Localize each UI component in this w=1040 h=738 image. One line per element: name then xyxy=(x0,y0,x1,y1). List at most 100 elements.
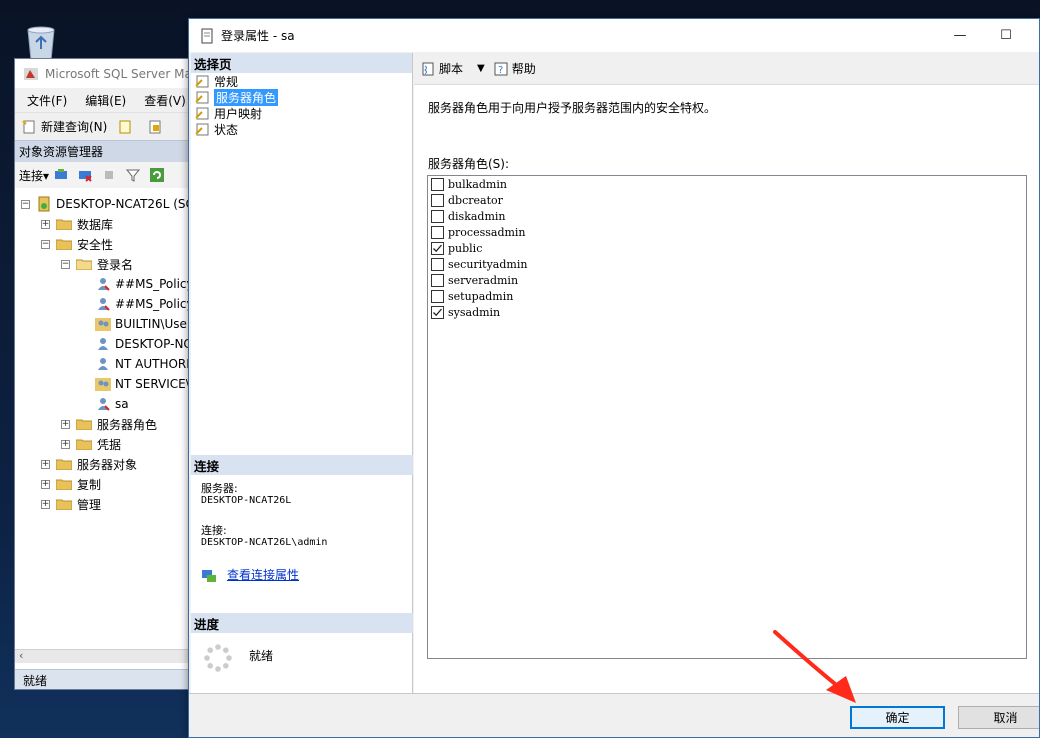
menu-edit[interactable]: 编辑(E) xyxy=(85,92,126,109)
document-icon xyxy=(201,28,213,43)
page-wrench-icon xyxy=(195,91,209,104)
role-name: processadmin xyxy=(448,225,526,239)
expand-icon[interactable]: + xyxy=(61,419,70,429)
ssms-title-bar[interactable]: Microsoft SQL Server Ma xyxy=(15,59,193,88)
collapse-icon[interactable]: − xyxy=(21,199,30,209)
refresh-icon[interactable] xyxy=(149,167,165,183)
expand-icon[interactable]: + xyxy=(41,479,50,489)
expand-icon[interactable]: + xyxy=(41,459,50,469)
checkbox-checked[interactable] xyxy=(431,241,444,255)
folder-icon xyxy=(56,219,72,230)
expand-icon[interactable]: + xyxy=(41,219,50,229)
folder-icon xyxy=(56,239,72,250)
login-item-sa[interactable]: sa xyxy=(95,394,129,414)
page-server-roles[interactable]: 服务器角色 xyxy=(191,88,412,106)
login-item[interactable]: BUILTIN\Use xyxy=(95,314,187,334)
page-user-mapping[interactable]: 用户映射 xyxy=(191,105,412,121)
connect-icon[interactable] xyxy=(53,167,69,183)
login-item[interactable]: NT AUTHORI xyxy=(95,354,190,374)
server-label: 服务器: xyxy=(201,482,238,495)
folder-icon xyxy=(56,459,72,470)
connection-section: 连接 服务器: DESKTOP-NCAT26L 连接: DESKTOP-NCAT… xyxy=(191,455,413,583)
connection-header: 连接 xyxy=(191,455,413,475)
role-row-securityadmin[interactable]: securityadmin xyxy=(428,256,1026,272)
tree-node-security[interactable]: − 安全性 xyxy=(41,234,113,254)
collapse-icon[interactable]: − xyxy=(41,239,50,249)
role-row-bulkadmin[interactable]: bulkadmin xyxy=(428,176,1026,192)
tree-node-databases[interactable]: + 数据库 xyxy=(41,214,113,234)
script-dropdown-icon[interactable]: ▼ xyxy=(477,63,485,74)
role-row-processadmin[interactable]: processadmin xyxy=(428,224,1026,240)
checkbox-unchecked[interactable] xyxy=(431,257,444,271)
role-row-serveradmin[interactable]: serveradmin xyxy=(428,272,1026,288)
recycle-bin-icon[interactable] xyxy=(22,22,60,62)
role-row-diskadmin[interactable]: diskadmin xyxy=(428,208,1026,224)
login-item[interactable]: ##MS_Policy xyxy=(95,294,193,314)
ok-button[interactable]: 确定 xyxy=(850,706,945,729)
tree-node-server-roles[interactable]: + 服务器角色 xyxy=(61,414,157,434)
checkbox-checked[interactable] xyxy=(431,305,444,319)
login-item[interactable]: ##MS_Policy xyxy=(95,274,193,294)
maximize-button[interactable]: ☐ xyxy=(983,19,1029,52)
collapse-icon[interactable]: − xyxy=(61,259,70,269)
tree-node-server-objects[interactable]: + 服务器对象 xyxy=(41,454,137,474)
checkbox-unchecked[interactable] xyxy=(431,177,444,191)
role-row-sysadmin[interactable]: sysadmin xyxy=(428,304,1026,320)
expand-icon[interactable]: + xyxy=(41,499,50,509)
checkbox-unchecked[interactable] xyxy=(431,289,444,303)
connect-dropdown[interactable]: 连接▾ xyxy=(19,167,49,184)
checkbox-unchecked[interactable] xyxy=(431,209,444,223)
page-status[interactable]: 状态 xyxy=(191,121,412,137)
role-name: sysadmin xyxy=(448,305,501,319)
login-item[interactable]: NT SERVICE\ xyxy=(95,374,190,394)
checkbox-unchecked[interactable] xyxy=(431,193,444,207)
tree-node-logins[interactable]: − 登录名 xyxy=(61,254,133,274)
ssms-logo-icon xyxy=(24,67,38,80)
connection-value: DESKTOP-NCAT26L\admin xyxy=(201,537,328,548)
login-item-label: DESKTOP-NC xyxy=(115,337,192,351)
script-button[interactable]: 脚本 xyxy=(439,60,463,77)
tree-node-server[interactable]: − DESKTOP-NCAT26L (SQ xyxy=(21,194,193,214)
login-disabled-user-icon xyxy=(98,298,110,311)
server-icon xyxy=(38,196,50,212)
svg-text:?: ? xyxy=(498,65,503,76)
minimize-button[interactable]: — xyxy=(937,19,983,52)
dialog-title-bar[interactable]: 登录属性 - sa — ☐ xyxy=(189,19,1039,52)
dialog-button-bar: 确定 取消 xyxy=(189,693,1039,737)
disconnect-icon[interactable] xyxy=(77,167,93,183)
tree-node-replication[interactable]: + 复制 xyxy=(41,474,101,494)
view-connection-properties-link[interactable]: 查看连接属性 xyxy=(227,569,299,581)
checkbox-unchecked[interactable] xyxy=(431,225,444,239)
help-button[interactable]: 帮助 xyxy=(512,60,536,77)
role-row-setupadmin[interactable]: setupadmin xyxy=(428,288,1026,304)
scroll-left-icon[interactable]: ‹ xyxy=(19,649,23,662)
server-objects-label: 服务器对象 xyxy=(77,457,138,472)
expand-icon[interactable]: + xyxy=(61,439,70,449)
menu-file[interactable]: 文件(F) xyxy=(27,92,67,109)
horizontal-scrollbar[interactable]: ‹ xyxy=(15,649,193,663)
login-item-label: NT SERVICE\ xyxy=(115,377,190,391)
role-row-public[interactable]: public xyxy=(428,240,1026,256)
open-file-icon[interactable] xyxy=(147,119,163,135)
server-roles-list[interactable]: bulkadmin dbcreator diskadmin processadmin p… xyxy=(427,175,1027,659)
progress-spinner-icon xyxy=(204,644,232,672)
progress-status: 就绪 xyxy=(249,649,274,663)
role-name: public xyxy=(448,241,483,255)
user-login-icon xyxy=(98,338,108,350)
role-row-dbcreator[interactable]: dbcreator xyxy=(428,192,1026,208)
stop-icon[interactable] xyxy=(101,167,117,183)
checkbox-unchecked[interactable] xyxy=(431,273,444,287)
tree-node-management[interactable]: + 管理 xyxy=(41,494,101,514)
menu-view[interactable]: 查看(V) xyxy=(144,92,186,109)
dialog-title: 登录属性 - sa xyxy=(221,29,295,43)
server-roles-description: 服务器角色用于向用户授予服务器范围内的安全特权。 xyxy=(428,101,717,115)
folder-icon xyxy=(76,439,92,450)
new-file-icon[interactable] xyxy=(117,119,133,135)
login-item-label: sa xyxy=(115,397,129,411)
tree-node-credentials[interactable]: + 凭据 xyxy=(61,434,121,454)
new-query-button[interactable]: 新建查询(N) xyxy=(41,118,107,135)
page-general[interactable]: 常规 xyxy=(191,73,412,89)
cancel-button[interactable]: 取消 xyxy=(958,706,1039,729)
filter-icon[interactable] xyxy=(125,167,141,183)
login-item[interactable]: DESKTOP-NC xyxy=(95,334,192,354)
